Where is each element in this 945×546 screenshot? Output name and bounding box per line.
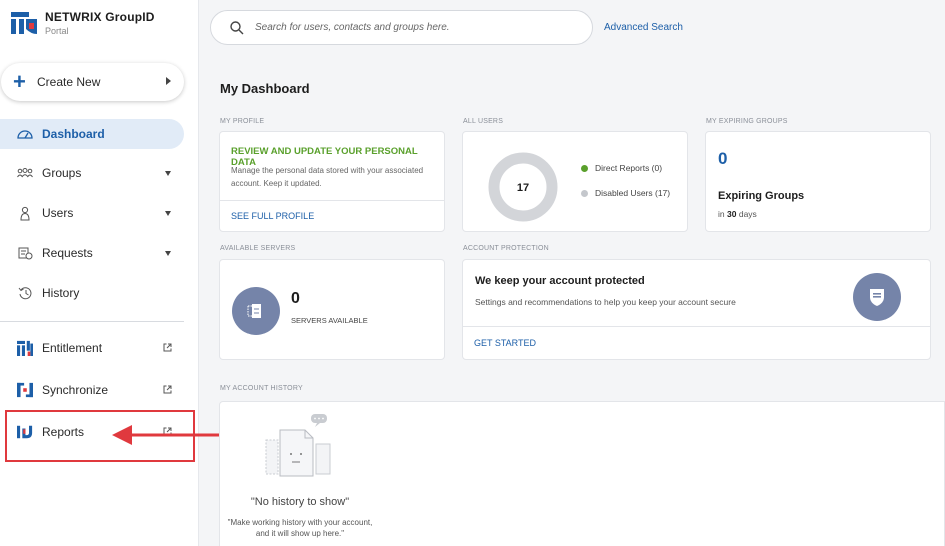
netwrix-logo-icon [11, 12, 37, 34]
group-icon [17, 165, 33, 181]
advanced-search-link[interactable]: Advanced Search [604, 22, 683, 33]
gray-dot-icon [581, 189, 588, 197]
expiring-groups-title: Expiring Groups [718, 190, 805, 202]
sidebar-item-label: Synchronize [42, 383, 109, 397]
section-label-all-users: ALL USERS [463, 118, 504, 125]
section-label-servers: AVAILABLE SERVERS [220, 245, 296, 252]
section-label-my-profile: MY PROFILE [220, 118, 265, 125]
profile-link-row: SEE FULL PROFILE [220, 200, 444, 231]
brand-subtitle: Portal [45, 26, 69, 36]
search-bar[interactable] [210, 10, 593, 45]
protection-description: Settings and recommendations to help you… [475, 297, 736, 307]
empty-history-description: "Make working history with your account,… [227, 518, 373, 538]
legend-direct-reports-label: Direct Reports (0) [595, 163, 663, 173]
donut-total-label: 17 [517, 182, 529, 194]
create-new-label: Create New [37, 75, 101, 89]
create-new-button[interactable]: + Create New [1, 63, 184, 101]
expiring-groups-subtitle: in 30 days [718, 209, 757, 219]
servers-icon-circle [232, 287, 280, 335]
sidebar-item-label: History [42, 286, 80, 300]
sidebar-item-label: Entitlement [42, 341, 103, 355]
account-history-card: "No history to show" "Make working histo… [219, 401, 945, 546]
sidebar-item-label: Dashboard [42, 127, 105, 141]
profile-description: Manage the personal data stored with you… [231, 166, 424, 188]
section-label-expiring-groups: MY EXPIRING GROUPS [706, 118, 788, 125]
section-label-protection: ACCOUNT PROTECTION [463, 245, 549, 252]
legend-disabled-users: Disabled Users (17) [581, 188, 670, 198]
sidebar-item-label: Requests [42, 246, 93, 260]
sidebar-item-groups[interactable]: Groups [0, 158, 184, 188]
sidebar-item-synchronize[interactable]: Synchronize [0, 375, 184, 405]
get-started-link[interactable]: GET STARTED [474, 338, 536, 348]
legend-direct-reports: Direct Reports (0) [581, 163, 662, 173]
server-icon [247, 304, 261, 318]
user-icon [17, 205, 33, 221]
chevron-down-icon[interactable] [165, 211, 171, 216]
sidebar-item-label: Users [42, 206, 74, 220]
sidebar-item-requests[interactable]: Requests [0, 238, 184, 268]
expiring-days-value: 30 [727, 209, 737, 219]
servers-label: SERVERS AVAILABLE [291, 316, 368, 325]
shield-icon [870, 289, 884, 306]
empty-history-illustration-icon [265, 414, 331, 477]
protection-link-row: GET STARTED [463, 326, 930, 359]
external-link-icon[interactable] [163, 385, 172, 394]
users-donut-chart: 17 [488, 152, 558, 222]
sidebar: NETWRIX GroupID Portal + Create New Dash… [0, 0, 199, 546]
sidebar-item-users[interactable]: Users [0, 198, 184, 228]
sidebar-item-label: Groups [42, 166, 82, 180]
expiring-groups-card[interactable]: 0 Expiring Groups in 30 days [705, 131, 931, 232]
sidebar-divider [0, 321, 184, 322]
history-icon [17, 285, 33, 301]
requests-icon [17, 245, 33, 261]
search-input[interactable] [255, 22, 555, 33]
all-users-card: 17 Direct Reports (0) Disabled Users (17… [462, 131, 688, 232]
external-link-icon[interactable] [163, 343, 172, 352]
synchronize-icon [17, 382, 33, 398]
see-full-profile-link[interactable]: SEE FULL PROFILE [231, 211, 314, 221]
page-title: My Dashboard [220, 81, 310, 96]
chevron-down-icon[interactable] [165, 251, 171, 256]
green-dot-icon [581, 164, 588, 172]
empty-history-title: "No history to show" [250, 496, 350, 508]
section-label-account-history: MY ACCOUNT HISTORY [220, 385, 303, 392]
brand-title: NETWRIX GroupID [45, 10, 155, 24]
plus-icon: + [13, 69, 26, 94]
caret-right-icon [166, 77, 171, 85]
chevron-down-icon[interactable] [165, 171, 171, 176]
available-servers-card: 0 SERVERS AVAILABLE [219, 259, 445, 360]
protection-title: We keep your account protected [475, 275, 645, 287]
speedometer-icon [17, 126, 33, 142]
sidebar-item-history[interactable]: History [0, 278, 184, 308]
search-icon [230, 20, 244, 34]
legend-disabled-users-label: Disabled Users (17) [595, 188, 671, 198]
servers-count: 0 [291, 290, 300, 307]
entitlement-icon [17, 340, 33, 356]
shield-icon-circle [853, 273, 901, 321]
sidebar-item-dashboard[interactable]: Dashboard [0, 119, 184, 149]
sidebar-item-entitlement[interactable]: Entitlement [0, 333, 184, 363]
my-profile-card: REVIEW AND UPDATE YOUR PERSONAL DATA Man… [219, 131, 445, 232]
brand[interactable]: NETWRIX GroupID Portal [11, 10, 155, 38]
account-protection-card: We keep your account protected Settings … [462, 259, 931, 360]
expiring-groups-count: 0 [718, 149, 728, 168]
